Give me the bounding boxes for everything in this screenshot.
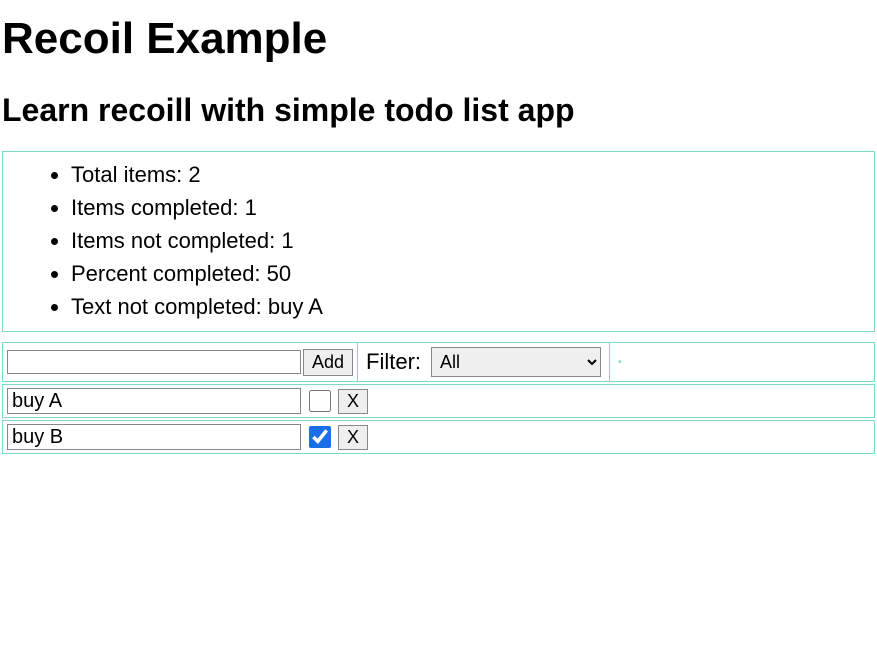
add-button[interactable]: Add	[303, 349, 353, 376]
todo-complete-checkbox[interactable]	[309, 390, 331, 412]
new-item-input[interactable]	[7, 350, 301, 374]
stat-percent-value: 50	[267, 261, 291, 286]
stat-completed-label: Items completed:	[71, 195, 239, 220]
stat-not-completed-value: 1	[281, 228, 293, 253]
controls-row: Add Filter: AllCompletedUncompleted •	[2, 342, 875, 382]
stat-text-not-completed-label: Text not completed:	[71, 294, 262, 319]
filter-label: Filter:	[366, 349, 421, 375]
todo-text-input[interactable]	[7, 424, 301, 450]
filter-box: Filter: AllCompletedUncompleted	[358, 342, 610, 382]
stat-text-not-completed-value: buy A	[268, 294, 323, 319]
delete-button[interactable]: X	[338, 425, 368, 450]
stat-total: Total items: 2	[71, 158, 864, 191]
stat-percent-label: Percent completed:	[71, 261, 261, 286]
item-creator: Add	[2, 342, 358, 382]
stat-total-value: 2	[188, 162, 200, 187]
todo-item: X	[2, 384, 875, 418]
todo-text-input[interactable]	[7, 388, 301, 414]
page-title: Recoil Example	[0, 14, 877, 64]
stat-not-completed: Items not completed: 1	[71, 224, 864, 257]
delete-button[interactable]: X	[338, 389, 368, 414]
todo-complete-checkbox[interactable]	[309, 426, 331, 448]
page-subtitle: Learn recoill with simple todo list app	[0, 92, 877, 129]
filter-select[interactable]: AllCompletedUncompleted	[431, 347, 601, 377]
stat-total-label: Total items:	[71, 162, 182, 187]
stats-panel: Total items: 2 Items completed: 1 Items …	[2, 151, 875, 332]
stat-not-completed-label: Items not completed:	[71, 228, 275, 253]
stat-completed-value: 1	[245, 195, 257, 220]
todo-item: X	[2, 420, 875, 454]
stat-text-not-completed: Text not completed: buy A	[71, 290, 864, 323]
stat-completed: Items completed: 1	[71, 191, 864, 224]
stat-percent: Percent completed: 50	[71, 257, 864, 290]
controls-spacer: •	[610, 342, 875, 382]
